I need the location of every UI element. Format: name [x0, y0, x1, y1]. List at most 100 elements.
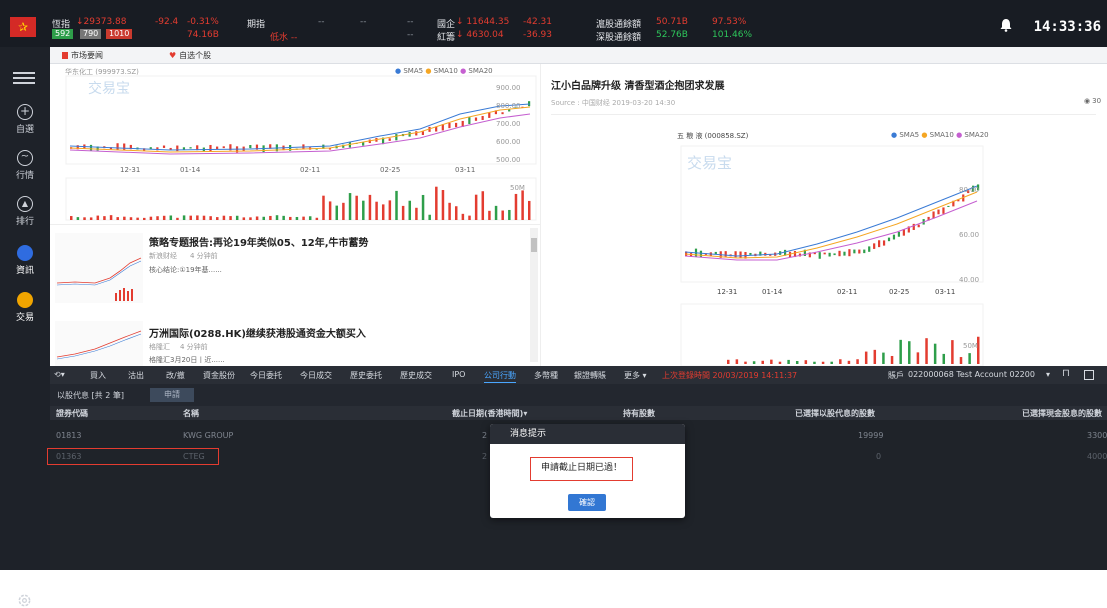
- volume-bar: [942, 353, 946, 364]
- chevron-down-icon[interactable]: ▾: [1046, 370, 1050, 379]
- sidebar-item-news[interactable]: 資訊: [0, 245, 50, 276]
- candle: [882, 240, 886, 246]
- volume-bar: [787, 359, 790, 364]
- market-chart-svg: 900.00 800.00 700.00 600.00 500.00 12-31…: [65, 75, 537, 221]
- refresh-icon[interactable]: ⟲▾: [54, 370, 65, 379]
- volume-bar: [375, 201, 378, 220]
- scrollbar-thumb[interactable]: [531, 238, 537, 252]
- article-panel: 江小白品牌升级 清香型酒企抱团求发展 Source : 中国财经 2019-03…: [540, 64, 1107, 366]
- sidebar-item-watchlist[interactable]: + 自選: [0, 104, 50, 135]
- candle: [739, 251, 742, 259]
- window-icon[interactable]: [1084, 370, 1094, 380]
- volume-bar: [149, 216, 153, 220]
- eye-icon: ◉: [1084, 97, 1091, 105]
- bell-icon[interactable]: [1000, 18, 1012, 32]
- volume-bar: [235, 215, 239, 220]
- news-scrollbar[interactable]: [530, 228, 538, 362]
- volume-bar: [778, 361, 782, 364]
- news-title[interactable]: 万洲国际(0288.HK)继续获港股通资金大额买入: [149, 325, 366, 340]
- toolbar-item[interactable]: IPO: [452, 370, 465, 379]
- column-header-sortable[interactable]: 截止日期(香港時間)▾: [452, 408, 527, 419]
- sidebar-item-label: 排行: [15, 217, 34, 227]
- dialog-title: 消息提示: [490, 424, 685, 444]
- sh-connect-value: 50.71B: [656, 17, 688, 27]
- hsi-percent: -0.31%: [187, 17, 219, 27]
- volume-bar: [744, 361, 747, 364]
- toolbar-item[interactable]: 沽出: [128, 370, 144, 381]
- volume-bar: [202, 215, 206, 220]
- volume-bar: [908, 341, 911, 364]
- volume-bar: [182, 215, 186, 220]
- candle: [823, 252, 826, 255]
- toolbar-item[interactable]: 資金股份: [203, 370, 235, 381]
- candle: [749, 252, 752, 255]
- volume-bar: [289, 216, 292, 220]
- volume-bar: [813, 361, 816, 364]
- column-header: 名稱: [183, 409, 199, 418]
- candle: [222, 146, 225, 149]
- y-tick: 800.00: [496, 102, 521, 110]
- sidebar-item-ranking[interactable]: ▲ 排行: [0, 196, 50, 227]
- candle: [853, 249, 856, 254]
- volume-bar: [890, 355, 894, 364]
- message-dialog: 消息提示 申請截止日期已過！ 確認: [490, 424, 685, 518]
- sidebar-item-trade[interactable]: 交易: [0, 292, 50, 323]
- sh-connect-label: 滬股通餘額: [596, 20, 642, 30]
- cell-scrip: 19999: [858, 431, 884, 440]
- toolbar-item[interactable]: 改/撤: [166, 370, 185, 381]
- volume-bar: [968, 353, 971, 364]
- account-select[interactable]: 022000068 Test Account 02200: [908, 370, 1035, 379]
- list-item[interactable]: 万洲国际(0288.HK)继续获港股通资金大额买入 格隆汇 4 分钟前 格隆汇3…: [50, 317, 530, 367]
- futures-change: --: [360, 17, 367, 27]
- news-title[interactable]: 策略专题报告:再论19年类似05、12年,牛市蓄势: [149, 234, 369, 249]
- candle: [699, 250, 703, 257]
- y-tick: 700.00: [496, 120, 521, 128]
- volume-bar: [508, 209, 511, 220]
- toolbar-item[interactable]: 銀證轉賬: [574, 370, 606, 381]
- toolbar-more[interactable]: 更多 ▾: [624, 370, 647, 381]
- toolbar-item[interactable]: 買入: [90, 370, 106, 381]
- x-tick: 03-11: [935, 288, 955, 296]
- article-source: Source : 中国财经 2019-03-20 14:30: [551, 99, 676, 107]
- lock-icon[interactable]: ⊓: [1062, 368, 1070, 379]
- toolbar-item[interactable]: 歷史委托: [350, 370, 382, 381]
- cell-date: 2: [482, 431, 488, 440]
- hscei-label: 國企: [437, 20, 456, 30]
- toolbar-item[interactable]: 多幣種: [534, 370, 558, 381]
- settings-gear-icon[interactable]: [17, 593, 32, 608]
- tab-corporate-action[interactable]: 公司行動: [484, 370, 516, 383]
- volume-bar: [959, 357, 963, 364]
- toolbar-item[interactable]: 今日成交: [300, 370, 332, 381]
- app-logo[interactable]: ✰: [10, 17, 36, 37]
- tab-market-news[interactable]: 市场要闻: [58, 50, 107, 64]
- volume-bar: [899, 339, 902, 364]
- hsi-value: ↓29373.88: [76, 17, 127, 27]
- news-time: 4 分钟前: [190, 252, 218, 260]
- cell-scrip: 0: [876, 452, 882, 461]
- candle: [828, 252, 831, 257]
- futures-label: 期指: [247, 20, 266, 30]
- sidebar-item-quotes[interactable]: ~ 行情: [0, 150, 50, 181]
- volume-bar: [229, 216, 232, 220]
- list-item[interactable]: 策略专题报告:再论19年类似05、12年,牛市蓄势 新浪财经 4 分钟前 核心结…: [50, 229, 530, 309]
- article-chart-svg: 80.00 60.00 40.00 12-31 01-14 02-11 02-2…: [680, 145, 984, 366]
- cell-code: 01813: [56, 431, 82, 440]
- volume-label: 50M: [963, 342, 978, 350]
- column-header: 證券代碼: [56, 409, 88, 418]
- toolbar-item[interactable]: 今日委托: [250, 370, 282, 381]
- volume-bar: [355, 195, 358, 220]
- volume-bar: [951, 340, 954, 364]
- y-tick: 600.00: [496, 138, 521, 146]
- confirm-button[interactable]: 確認: [568, 494, 606, 511]
- apply-button[interactable]: 申請: [150, 388, 194, 402]
- candle: [947, 205, 950, 207]
- sz-connect-label: 深股通餘額: [596, 33, 642, 43]
- volume-bar: [428, 214, 431, 220]
- top-quote-bar: ✰ 恆指 ↓29373.88 -92.4 -0.31% 592 790 1010…: [0, 0, 1107, 47]
- toolbar-item[interactable]: 歷史成交: [400, 370, 432, 381]
- clock: 14:33:36: [1033, 19, 1101, 35]
- hscei-value: ↓ 11644.35: [456, 17, 510, 27]
- volume-bar: [143, 217, 146, 220]
- menu-icon[interactable]: [13, 72, 35, 84]
- tab-watchlist-stocks[interactable]: ♥ 自选个股: [165, 50, 215, 64]
